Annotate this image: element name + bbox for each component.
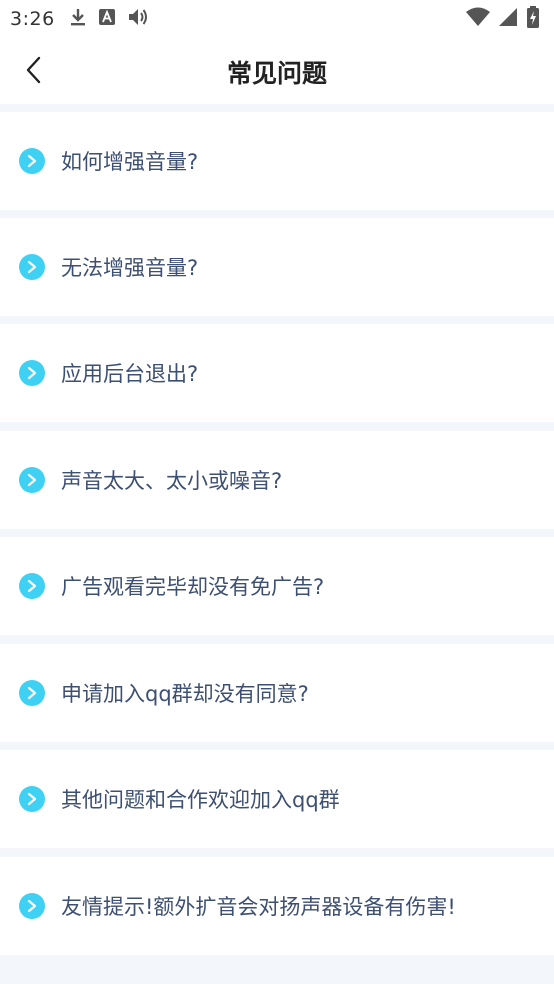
faq-item[interactable]: 友情提示!额外扩音会对扬声器设备有伤害! [0,857,554,955]
faq-label: 声音太大、太小或噪音? [61,469,283,493]
status-right [466,6,540,32]
faq-label: 申请加入qq群却没有同意? [61,682,309,706]
faq-item[interactable]: 其他问题和合作欢迎加入qq群 [0,750,554,848]
faq-label: 广告观看完毕却没有免广告? [61,575,325,599]
volume-icon [127,7,149,31]
app-header: 常见问题 [0,38,554,104]
download-icon [69,7,87,31]
faq-item[interactable]: 如何增强音量? [0,112,554,210]
faq-item[interactable]: 应用后台退出? [0,324,554,422]
faq-label: 无法增强音量? [61,256,199,280]
status-left: 3:26 [10,7,149,31]
chevron-right-circle-icon [19,786,45,812]
faq-label: 其他问题和合作欢迎加入qq群 [61,788,340,812]
signal-icon [498,7,518,31]
faq-label: 如何增强音量? [61,150,199,174]
battery-charging-icon [526,6,540,32]
chevron-right-circle-icon [19,254,45,280]
chevron-right-circle-icon [19,680,45,706]
faq-list: 如何增强音量? 无法增强音量? 应用后台退出? 声音太大、太小或噪音? 广告观看… [0,104,554,984]
wifi-icon [466,7,490,31]
status-bar: 3:26 [0,0,554,38]
faq-item[interactable]: 声音太大、太小或噪音? [0,431,554,529]
chevron-right-circle-icon [19,893,45,919]
faq-label: 友情提示!额外扩音会对扬声器设备有伤害! [61,895,456,919]
faq-item[interactable]: 广告观看完毕却没有免广告? [0,537,554,635]
status-time: 3:26 [10,8,55,30]
faq-item[interactable]: 申请加入qq群却没有同意? [0,644,554,742]
faq-item[interactable]: 无法增强音量? [0,218,554,316]
chevron-right-circle-icon [19,467,45,493]
status-notification-icons [69,7,149,31]
chevron-right-circle-icon [19,360,45,386]
chevron-right-circle-icon [19,573,45,599]
chevron-right-circle-icon [19,148,45,174]
page-title: 常见问题 [226,59,327,88]
faq-label: 应用后台退出? [61,362,199,386]
a-box-icon [98,9,115,29]
